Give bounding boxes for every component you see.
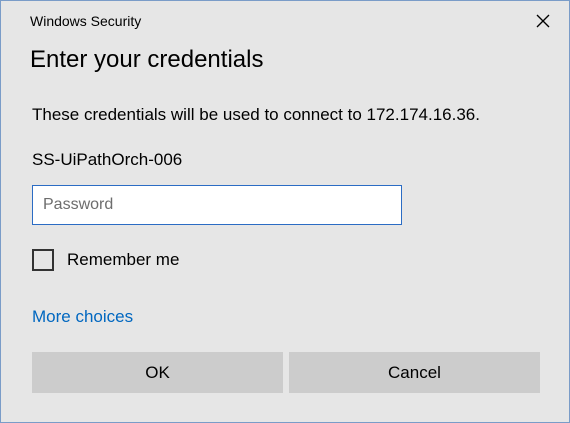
remember-me-option[interactable]: Remember me — [32, 247, 179, 273]
dialog-heading: Enter your credentials — [30, 46, 264, 73]
ok-button[interactable]: OK — [32, 352, 283, 393]
more-choices-link[interactable]: More choices — [32, 307, 133, 327]
cancel-button[interactable]: Cancel — [289, 352, 540, 393]
close-icon — [536, 14, 550, 28]
ok-button-label: OK — [145, 362, 170, 382]
username-label: SS-UiPathOrch-006 — [32, 150, 183, 169]
title-bar: Windows Security — [1, 1, 569, 41]
remember-me-checkbox[interactable] — [32, 249, 54, 271]
credentials-dialog: Windows Security Enter your credentials … — [0, 0, 570, 423]
window-title: Windows Security — [30, 13, 142, 29]
connection-message: These credentials will be used to connec… — [32, 105, 480, 124]
cancel-button-label: Cancel — [388, 362, 441, 382]
password-input[interactable] — [32, 185, 402, 225]
close-button[interactable] — [517, 1, 569, 41]
remember-me-label: Remember me — [67, 250, 180, 269]
